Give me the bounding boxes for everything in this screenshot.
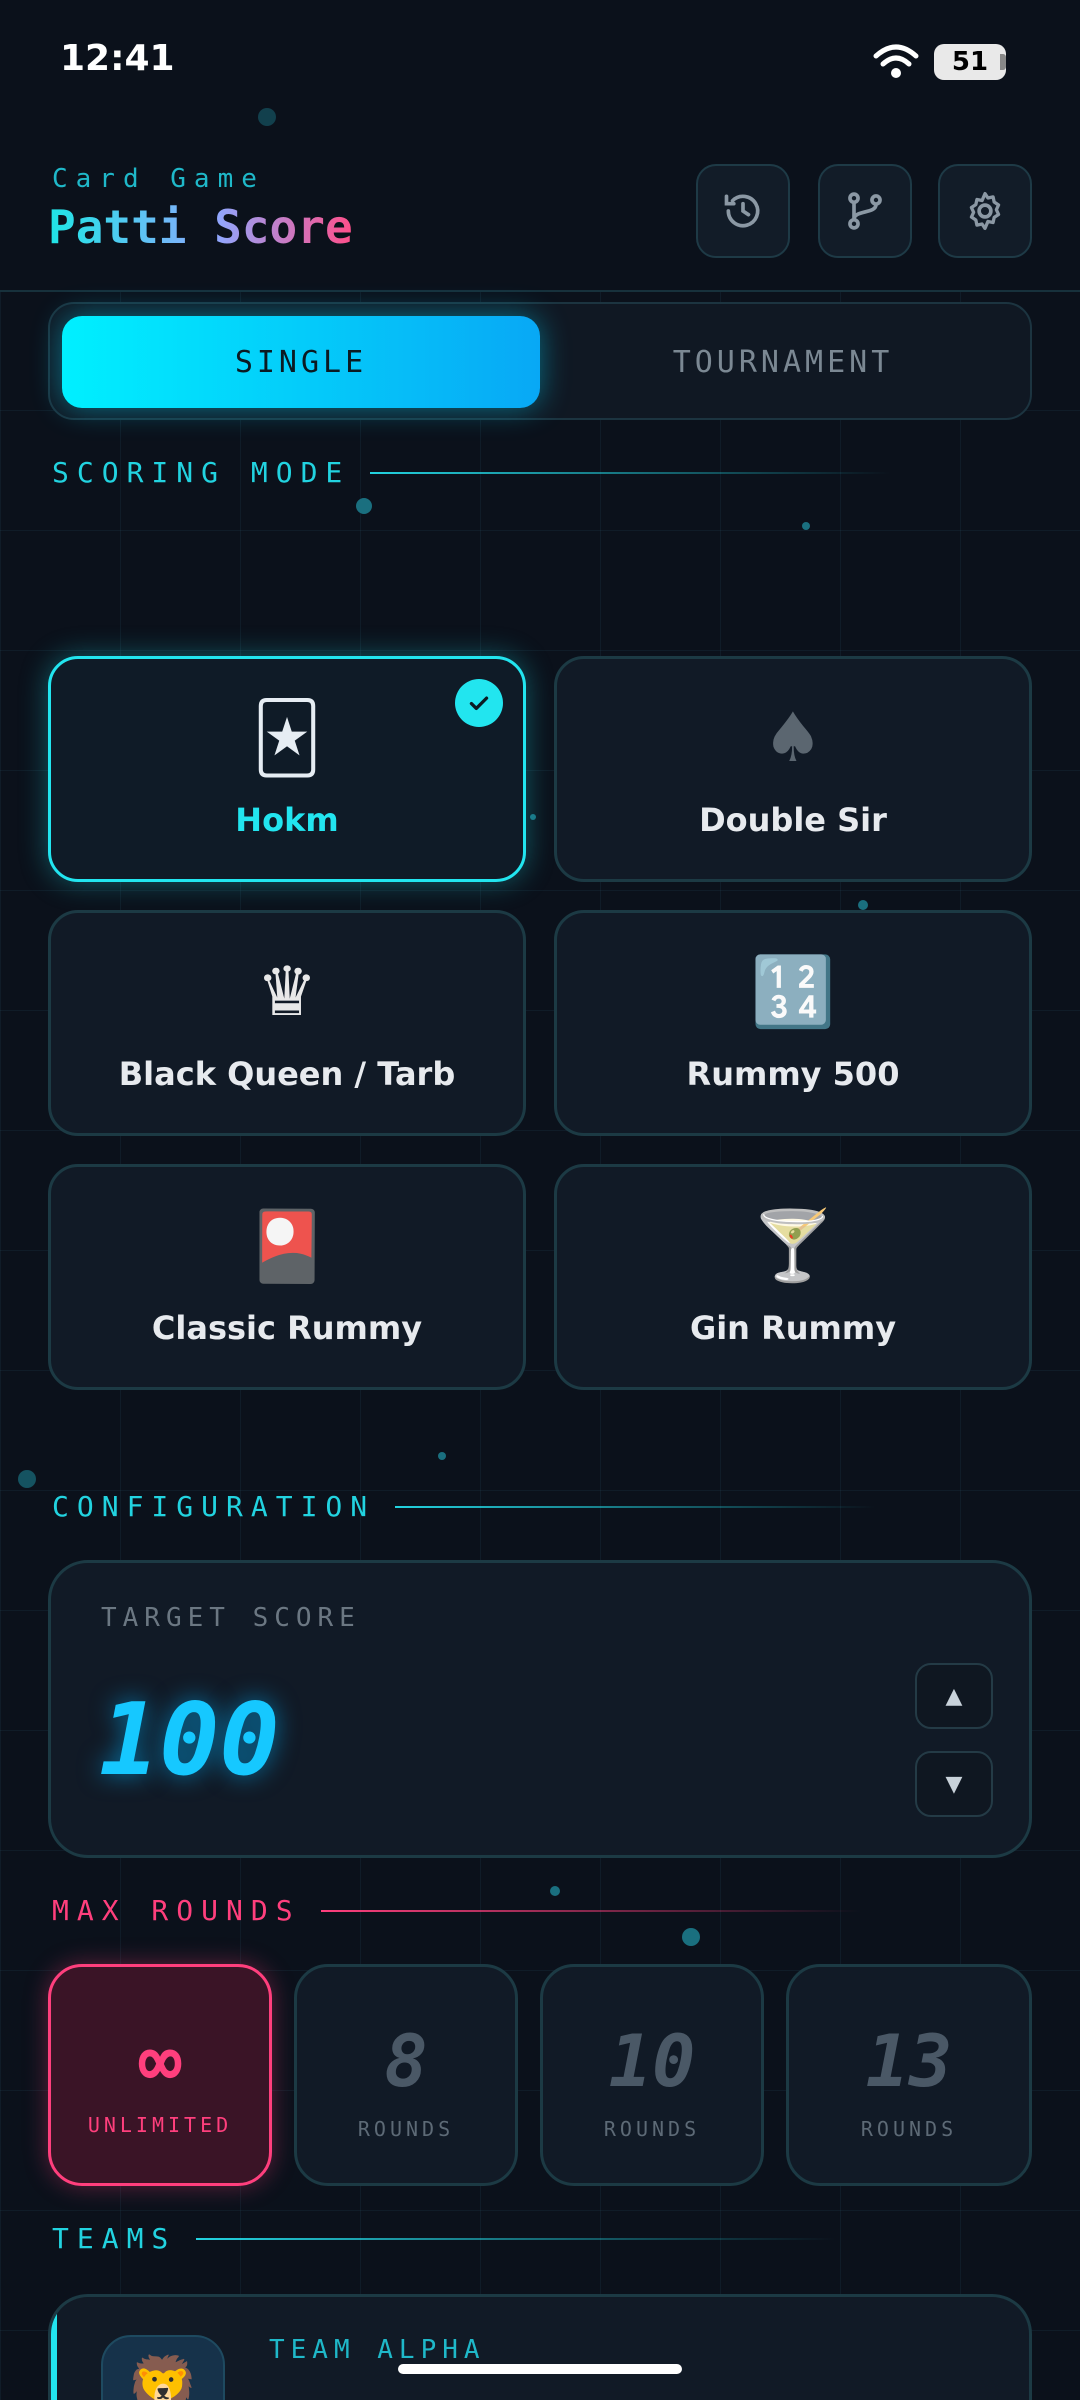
decor-dot	[682, 1928, 700, 1946]
mode-label: Hokm	[235, 801, 339, 839]
mode-card-black-queen[interactable]: ♛ Black Queen / Tarb	[48, 910, 526, 1136]
rounds-option-sub: ROUNDS	[860, 2117, 958, 2141]
target-score-label: TARGET SCORE	[101, 1603, 361, 1633]
decor-dot	[802, 522, 810, 530]
teams-header: TEAMS	[52, 2222, 837, 2255]
mode-card-gin-rummy[interactable]: 🍸 Gin Rummy	[554, 1164, 1032, 1390]
decor-dot	[438, 1452, 446, 1460]
home-indicator[interactable]	[398, 2364, 682, 2374]
lion-avatar-icon[interactable]: 🦁	[101, 2335, 225, 2400]
settings-button[interactable]	[938, 164, 1032, 258]
bracket-button[interactable]	[818, 164, 912, 258]
configuration-title: CONFIGURATION	[52, 1490, 376, 1523]
teams-title: TEAMS	[52, 2222, 177, 2255]
rounds-option-13[interactable]: 13 ROUNDS	[786, 1964, 1032, 2186]
fork-icon	[848, 192, 882, 230]
rounds-option-value: 10	[608, 2019, 696, 2103]
section-divider	[320, 1909, 861, 1912]
rounds-option-sub: UNLIMITED	[87, 2113, 233, 2137]
decor-dot	[530, 814, 536, 820]
queen-icon: ♛	[256, 953, 318, 1032]
section-divider	[395, 1505, 876, 1508]
joker-card-icon: 🃏	[252, 699, 322, 778]
max-rounds-header: MAX ROUNDS	[52, 1894, 861, 1927]
mode-card-classic-rummy[interactable]: 🎴 Classic Rummy	[48, 1164, 526, 1390]
target-score-card: TARGET SCORE 100 ▲ ▼	[48, 1560, 1032, 1858]
history-button[interactable]	[696, 164, 790, 258]
decor-dot	[18, 1470, 36, 1488]
spade-icon: ♠	[762, 699, 824, 778]
decor-dot	[356, 498, 372, 514]
rounds-option-sub: ROUNDS	[357, 2117, 455, 2141]
gear-icon	[969, 191, 1001, 231]
configuration-header: CONFIGURATION	[52, 1490, 876, 1523]
wifi-icon	[873, 44, 919, 78]
mode-label: Classic Rummy	[151, 1309, 423, 1347]
mode-tabs: SINGLE TOURNAMENT	[48, 302, 1032, 420]
target-score-value[interactable]: 100	[99, 1681, 280, 1798]
rounds-option-sub: ROUNDS	[603, 2117, 701, 2141]
tab-single[interactable]: SINGLE	[62, 316, 540, 408]
mode-label: Double Sir	[699, 801, 887, 839]
mode-card-double-sir[interactable]: ♠ Double Sir	[554, 656, 1032, 882]
max-rounds-title: MAX ROUNDS	[52, 1894, 301, 1927]
tab-tournament[interactable]: TOURNAMENT	[544, 316, 1022, 408]
rounds-option-value: 8	[384, 2019, 428, 2103]
increment-button[interactable]: ▲	[915, 1663, 993, 1729]
battery-cap	[1000, 54, 1006, 70]
rounds-option-value: 13	[865, 2019, 953, 2103]
rounds-option-8[interactable]: 8 ROUNDS	[294, 1964, 518, 2186]
numbers-icon: 🔢	[750, 953, 836, 1032]
team-name[interactable]: TEAM ALPHA	[269, 2335, 486, 2365]
mode-label: Black Queen / Tarb	[118, 1055, 456, 1093]
section-divider	[196, 2237, 837, 2240]
status-time: 12:41	[60, 38, 175, 79]
flower-card-icon: 🎴	[244, 1207, 330, 1286]
scoring-mode-header: SCORING MODE	[52, 456, 891, 489]
app-header: Card Game Patti Score	[0, 120, 1080, 292]
mode-card-rummy-500[interactable]: 🔢 Rummy 500	[554, 910, 1032, 1136]
rounds-option-10[interactable]: 10 ROUNDS	[540, 1964, 764, 2186]
team-card-alpha[interactable]: 🦁 TEAM ALPHA	[48, 2294, 1032, 2400]
decor-dot	[858, 900, 868, 910]
app-subtitle: Card Game	[52, 164, 265, 194]
rounds-option-unlimited[interactable]: ∞ UNLIMITED	[48, 1964, 272, 2186]
scoring-mode-title: SCORING MODE	[52, 456, 351, 489]
mode-label: Gin Rummy	[689, 1309, 897, 1347]
section-divider	[370, 471, 891, 474]
team-accent-bar	[51, 2297, 57, 2400]
mode-label: Rummy 500	[686, 1055, 900, 1093]
history-icon	[724, 194, 760, 228]
infinity-icon: ∞	[138, 2019, 182, 2103]
app-title: Patti Score	[48, 200, 353, 254]
cocktail-icon: 🍸	[750, 1207, 836, 1286]
status-bar: 12:41 51	[0, 0, 1080, 120]
battery-indicator: 51	[934, 44, 1006, 80]
mode-card-hokm[interactable]: 🃏 Hokm	[48, 656, 526, 882]
decrement-button[interactable]: ▼	[915, 1751, 993, 1817]
